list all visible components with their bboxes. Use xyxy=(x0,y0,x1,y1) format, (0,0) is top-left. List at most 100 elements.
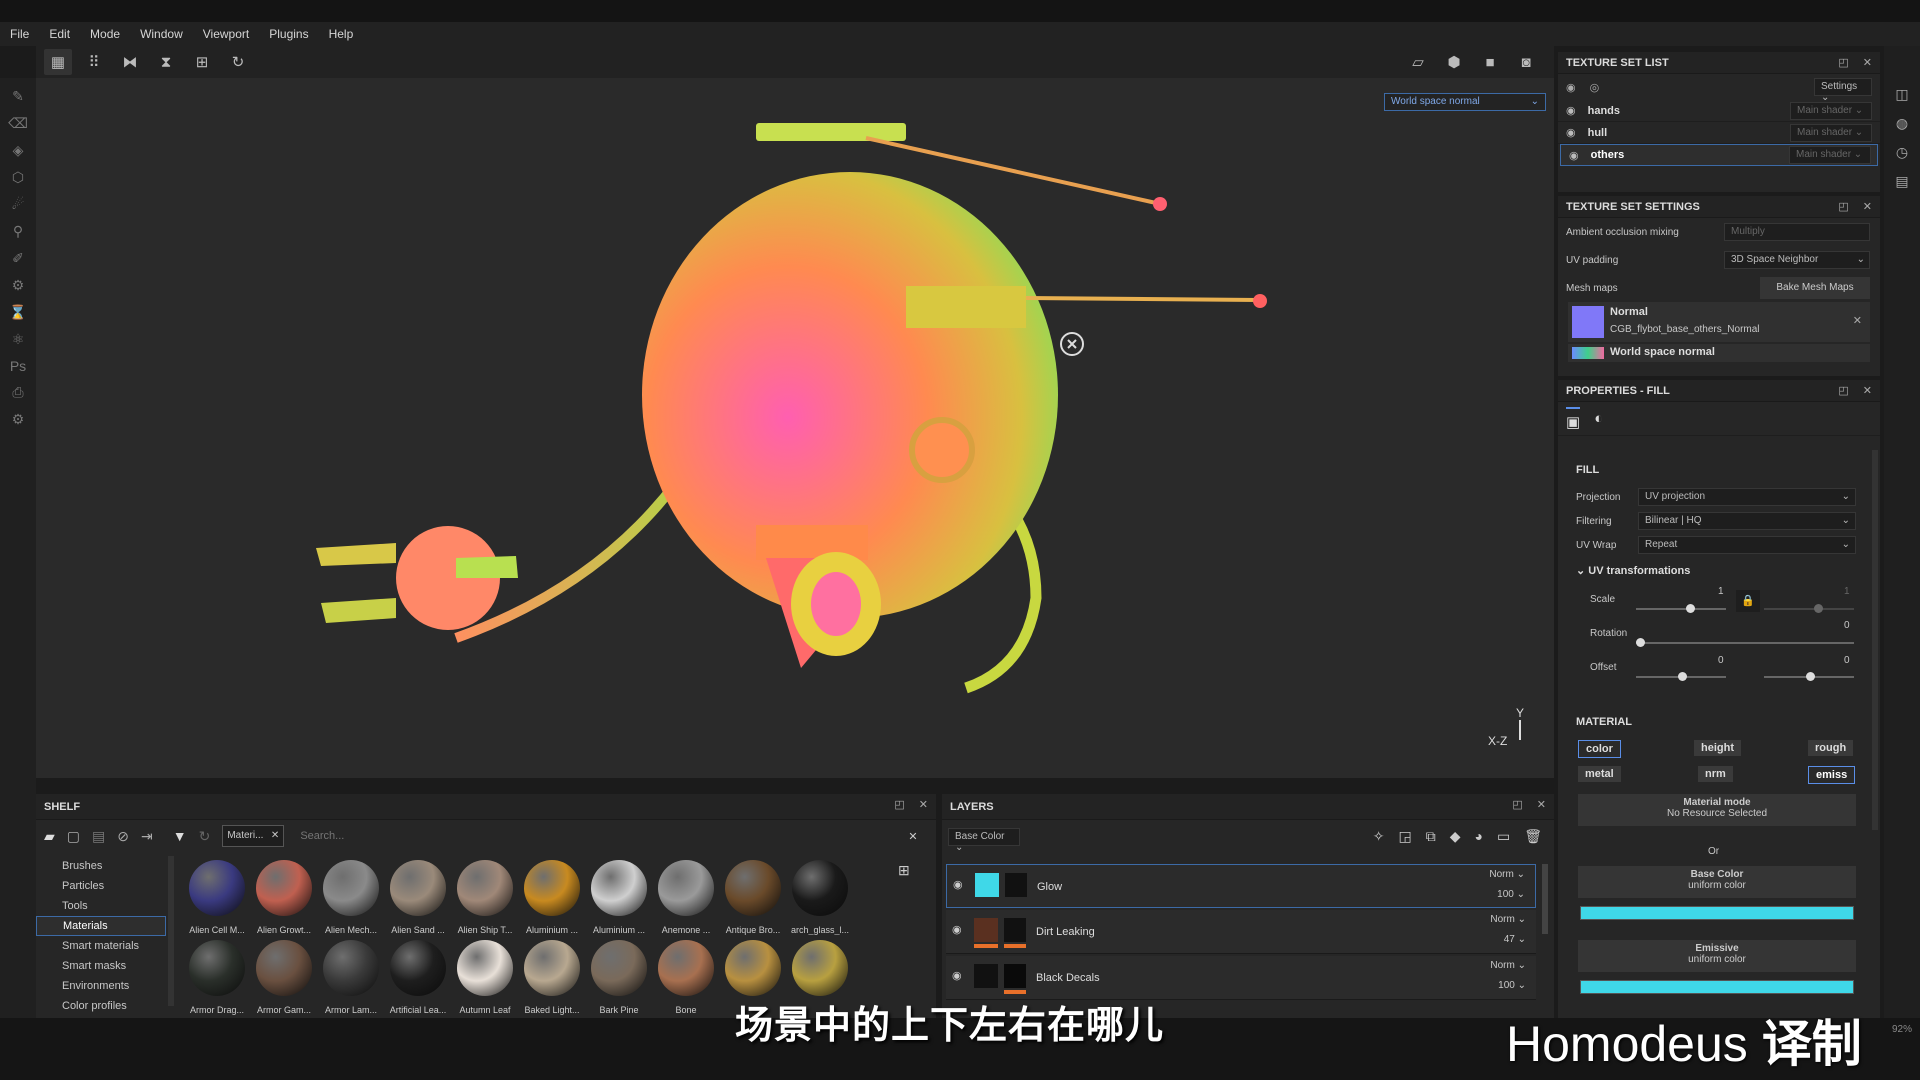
category-particles[interactable]: Particles xyxy=(36,876,166,896)
close-icon[interactable]: ✕ xyxy=(1863,200,1872,213)
new-folder-icon[interactable]: ▢ xyxy=(67,828,80,845)
texture-set-hull[interactable]: ◉ hull Main shader ⌄ xyxy=(1558,122,1880,144)
material-thumbnail[interactable]: Artificial Lea... xyxy=(385,940,451,1015)
layers-scrollbar[interactable] xyxy=(1542,864,1548,934)
clone-stamp-icon[interactable]: ⚲ xyxy=(7,223,29,240)
log-icon[interactable]: ▤ xyxy=(1895,173,1908,190)
projection-dropdown[interactable]: UV projection ⌄ xyxy=(1638,488,1856,506)
channel-nrm-chip[interactable]: nrm xyxy=(1698,766,1733,782)
visibility-eye-icon[interactable]: ◉ xyxy=(1566,104,1576,117)
opacity-field[interactable]: 100 ⌄ xyxy=(1498,980,1526,991)
category-materials[interactable]: Materials xyxy=(36,916,166,936)
scale-slider-2[interactable] xyxy=(1764,608,1854,610)
emissive-button[interactable]: Emissive uniform color xyxy=(1578,940,1856,972)
close-icon[interactable]: ✕ xyxy=(1853,314,1862,327)
material-thumbnail[interactable]: Anemone ... xyxy=(653,860,719,935)
grid-small-icon[interactable]: ⠿ xyxy=(80,49,108,75)
material-thumbnail[interactable]: Aluminium ... xyxy=(519,860,585,935)
filter-icon[interactable]: ▼ xyxy=(173,828,187,844)
material-thumbnail[interactable]: Armor Lam... xyxy=(318,940,384,1015)
add-fill-icon[interactable]: ◆ xyxy=(1450,828,1461,845)
visibility-eye-icon[interactable]: ◉ xyxy=(953,878,963,891)
viewport-mode-dropdown[interactable]: World space normal ⌄ xyxy=(1384,93,1546,111)
paint-brush-icon[interactable]: ✎ xyxy=(7,88,29,105)
color-picker-icon[interactable]: ✐ xyxy=(7,250,29,267)
grid-view-icon[interactable]: ⊞ xyxy=(898,862,910,879)
layer-dirt-leaking[interactable]: ◉ Dirt Leaking Norm ⌄ 47 ⌄ xyxy=(946,910,1536,954)
uv-transformations-toggle[interactable]: ⌄ UV transformations xyxy=(1576,564,1690,577)
camera-icon[interactable]: ■ xyxy=(1476,49,1504,75)
mesh-map-normal[interactable]: Normal CGB_flybot_base_others_Normal ✕ xyxy=(1568,302,1870,342)
screenshot-icon[interactable]: ◙ xyxy=(1512,49,1540,75)
polygon-fill-icon[interactable]: ⬡ xyxy=(7,169,29,186)
opacity-field[interactable]: 47 ⌄ xyxy=(1504,934,1526,945)
hide-icon[interactable]: ⊘ xyxy=(117,828,129,845)
material-thumbnail[interactable]: Antique Bro... xyxy=(720,860,786,935)
history-icon[interactable]: ↻ xyxy=(224,49,252,75)
layer-glow[interactable]: ◉ Glow Norm ⌄ 100 ⌄ xyxy=(946,864,1536,908)
material-thumbnail[interactable]: Bone xyxy=(653,940,719,1015)
category-environments[interactable]: Environments xyxy=(36,976,166,996)
gear-icon[interactable]: ⚙ xyxy=(7,411,29,428)
refresh-icon[interactable]: ↻ xyxy=(199,828,211,845)
bake-mesh-maps-button[interactable]: Bake Mesh Maps xyxy=(1760,277,1870,299)
material-thumbnail[interactable]: arch_glass_l... xyxy=(787,860,853,935)
smudge-icon[interactable]: ☄ xyxy=(7,196,29,213)
undock-icon[interactable]: ◰ xyxy=(1838,56,1848,69)
blend-mode-dropdown[interactable]: Norm ⌄ xyxy=(1490,960,1526,971)
material-thumbnail[interactable]: Alien Cell M... xyxy=(184,860,250,935)
base-color-swatch[interactable] xyxy=(1580,906,1854,920)
offset-slider-1-handle[interactable] xyxy=(1678,672,1687,681)
material-thumbnail[interactable]: Baked Light... xyxy=(519,940,585,1015)
lock-icon[interactable]: 🔒 xyxy=(1736,590,1760,612)
material-thumbnail[interactable]: Alien Mech... xyxy=(318,860,384,935)
mirror-horizontal-icon[interactable]: ⧓ xyxy=(116,49,144,75)
close-icon[interactable]: ✕ xyxy=(1863,56,1872,69)
category-color-profiles[interactable]: Color profiles xyxy=(36,996,166,1016)
visibility-eye-icon[interactable]: ◉ xyxy=(952,923,962,936)
offset-slider-2-handle[interactable] xyxy=(1806,672,1815,681)
blend-mode-dropdown[interactable]: Norm ⌄ xyxy=(1490,914,1526,925)
history-icon[interactable]: ◷ xyxy=(1896,144,1908,161)
folder-icon[interactable]: ▰ xyxy=(44,828,55,845)
mirror-vertical-icon[interactable]: ⧗ xyxy=(152,49,180,75)
uvwrap-dropdown[interactable]: Repeat ⌄ xyxy=(1638,536,1856,554)
projection-icon[interactable]: ◈ xyxy=(7,142,29,159)
export-icon[interactable]: ⎙ xyxy=(7,384,29,401)
category-smart-materials[interactable]: Smart materials xyxy=(36,936,166,956)
add-folder-icon[interactable]: ▭ xyxy=(1497,828,1510,845)
material-thumbnail[interactable]: Autumn Leaf xyxy=(452,940,518,1015)
material-thumbnail[interactable]: Bark Pine xyxy=(586,940,652,1015)
material-thumbnail[interactable]: Alien Growt... xyxy=(251,860,317,935)
visibility-eye-icon[interactable]: ◉ xyxy=(952,969,962,982)
properties-scrollbar[interactable] xyxy=(1872,450,1878,830)
visibility-eye-icon[interactable]: ◉ xyxy=(1569,149,1579,162)
menu-viewport[interactable]: Viewport xyxy=(203,27,249,41)
eraser-icon[interactable]: ⌫ xyxy=(7,115,29,132)
menu-mode[interactable]: Mode xyxy=(90,27,120,41)
shader-dropdown[interactable]: Main shader ⌄ xyxy=(1789,146,1871,164)
shader-settings-icon[interactable]: ◍ xyxy=(1896,115,1908,132)
shader-dropdown[interactable]: Main shader ⌄ xyxy=(1790,124,1872,142)
channel-height-chip[interactable]: height xyxy=(1694,740,1741,756)
import-icon[interactable]: ⇥ xyxy=(141,828,153,845)
display-settings-icon[interactable]: ◫ xyxy=(1895,86,1908,103)
undock-icon[interactable]: ◰ xyxy=(1512,798,1522,811)
shader-dropdown[interactable]: Main shader ⌄ xyxy=(1790,102,1872,120)
undock-icon[interactable]: ◰ xyxy=(894,798,904,811)
add-effect-icon[interactable]: ⧉ xyxy=(1426,828,1436,845)
grid-large-icon[interactable]: ▦ xyxy=(44,49,72,75)
material-thumbnail[interactable]: Aluminium ... xyxy=(586,860,652,935)
material-mode-button[interactable]: Material mode No Resource Selected xyxy=(1578,794,1856,826)
scale-slider-handle[interactable] xyxy=(1686,604,1695,613)
delete-icon[interactable]: 🗑 xyxy=(1524,828,1542,845)
magic-wand-icon[interactable]: ✧ xyxy=(1373,828,1385,845)
opacity-field[interactable]: 100 ⌄ xyxy=(1497,889,1525,900)
scale-slider[interactable] xyxy=(1636,608,1726,610)
undock-icon[interactable]: ◰ xyxy=(1838,384,1848,397)
undock-icon[interactable]: ◰ xyxy=(1838,200,1848,213)
category-smart-masks[interactable]: Smart masks xyxy=(36,956,166,976)
2d-view-icon[interactable]: ▱ xyxy=(1404,49,1432,75)
material-thumbnail[interactable]: Alien Sand ... xyxy=(385,860,451,935)
channel-color-chip[interactable]: color xyxy=(1578,740,1621,758)
